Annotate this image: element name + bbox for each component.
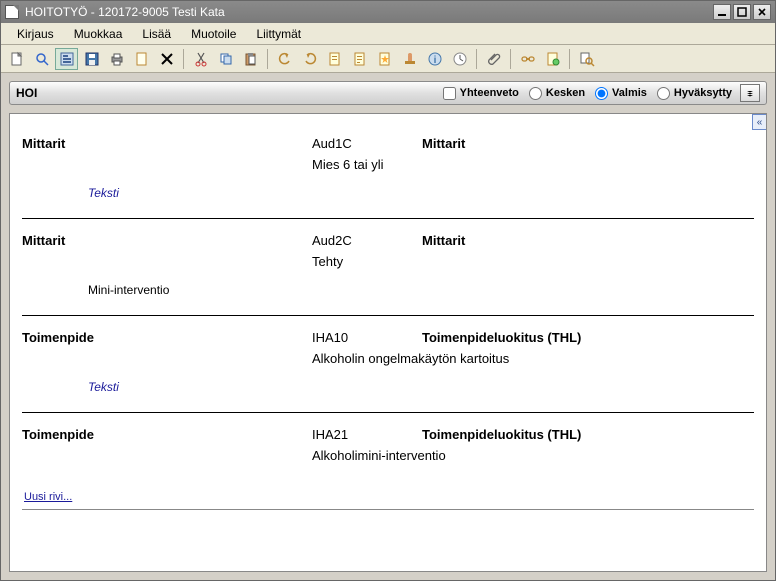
content-outer: « Mittarit Aud1C Mittarit Mies 6 tai yli… [1, 105, 775, 580]
section-label: HOI [16, 86, 433, 100]
menu-liittymat[interactable]: Liittymät [246, 23, 311, 44]
clock-button[interactable] [448, 48, 471, 70]
status-valmis-label[interactable]: Valmis [595, 87, 647, 100]
delete-button[interactable] [155, 48, 178, 70]
entry-row: Mittarit Aud1C Mittarit Mies 6 tai yli T… [22, 122, 754, 219]
status-kesken-label[interactable]: Kesken [529, 87, 585, 100]
entry-note-text: Mini-interventio [22, 283, 754, 297]
search-button[interactable] [30, 48, 53, 70]
toolbar-separator [183, 49, 184, 69]
entry-description: Mies 6 tai yli [312, 157, 754, 172]
maximize-button[interactable] [733, 4, 751, 20]
content-panel: « Mittarit Aud1C Mittarit Mies 6 tai yli… [9, 113, 767, 572]
entry-row: Toimenpide IHA10 Toimenpideluokitus (THL… [22, 316, 754, 413]
entry-label: Mittarit [22, 233, 312, 248]
entry-description: Alkoholimini-interventio [312, 448, 754, 463]
minimize-button[interactable] [713, 4, 731, 20]
entry-row: Mittarit Aud2C Mittarit Tehty Mini-inter… [22, 219, 754, 316]
doc-b-button[interactable] [348, 48, 371, 70]
status-kesken-radio[interactable] [529, 87, 542, 100]
entry-classification: Toimenpideluokitus (THL) [422, 427, 754, 442]
close-button[interactable] [753, 4, 771, 20]
entry-label: Toimenpide [22, 330, 312, 345]
entry-code: Aud2C [312, 233, 422, 248]
page-button[interactable] [130, 48, 153, 70]
cut-button[interactable] [189, 48, 212, 70]
app-window: HOITOTYÖ - 120172-9005 Testi Kata Kirjau… [0, 0, 776, 581]
status-dropdown-button[interactable] [740, 84, 760, 102]
expand-side-tab[interactable]: « [752, 114, 766, 130]
status-valmis-radio[interactable] [595, 87, 608, 100]
form-button[interactable] [55, 48, 78, 70]
doc-a-button[interactable] [323, 48, 346, 70]
entry-note-link[interactable]: Teksti [22, 380, 754, 394]
document-icon [5, 5, 19, 19]
entry-label: Mittarit [22, 136, 312, 151]
menu-muotoile[interactable]: Muotoile [181, 23, 246, 44]
stamp-button[interactable] [398, 48, 421, 70]
entry-code: IHA21 [312, 427, 422, 442]
menu-bar: Kirjaus Muokkaa Lisää Muotoile Liittymät [1, 23, 775, 45]
toolbar: i [1, 45, 775, 73]
entry-classification: Toimenpideluokitus (THL) [422, 330, 754, 345]
toolbar-separator [510, 49, 511, 69]
info-button[interactable]: i [423, 48, 446, 70]
entry-row: Toimenpide IHA21 Toimenpideluokitus (THL… [22, 413, 754, 481]
svg-text:i: i [433, 55, 436, 66]
status-bar-wrap: HOI Yhteenveto Kesken Valmis Hyväksytty [1, 73, 775, 105]
toolbar-separator [569, 49, 570, 69]
status-hyvaksytty-radio[interactable] [657, 87, 670, 100]
doc-star-button[interactable] [373, 48, 396, 70]
entry-description: Tehty [312, 254, 754, 269]
link-button[interactable] [516, 48, 539, 70]
undo-button[interactable] [273, 48, 296, 70]
paste-button[interactable] [239, 48, 262, 70]
save-button[interactable] [80, 48, 103, 70]
summary-checkbox-label[interactable]: Yhteenveto [443, 87, 519, 100]
toolbar-separator [476, 49, 477, 69]
status-hyvaksytty-label[interactable]: Hyväksytty [657, 87, 732, 100]
menu-muokkaa[interactable]: Muokkaa [64, 23, 133, 44]
window-title: HOITOTYÖ - 120172-9005 Testi Kata [25, 5, 711, 19]
entry-classification: Mittarit [422, 136, 754, 151]
menu-kirjaus[interactable]: Kirjaus [7, 23, 64, 44]
title-bar: HOITOTYÖ - 120172-9005 Testi Kata [1, 1, 775, 23]
entry-label: Toimenpide [22, 427, 312, 442]
redo-button[interactable] [298, 48, 321, 70]
print-button[interactable] [105, 48, 128, 70]
status-bar: HOI Yhteenveto Kesken Valmis Hyväksytty [9, 81, 767, 105]
entry-code: Aud1C [312, 136, 422, 151]
preview-button[interactable] [575, 48, 598, 70]
entry-code: IHA10 [312, 330, 422, 345]
new-row-link[interactable]: Uusi rivi... [22, 485, 754, 510]
menu-lisaa[interactable]: Lisää [132, 23, 181, 44]
attach-button[interactable] [482, 48, 505, 70]
summary-checkbox[interactable] [443, 87, 456, 100]
new-doc-button[interactable] [5, 48, 28, 70]
entry-classification: Mittarit [422, 233, 754, 248]
doc-c-button[interactable] [541, 48, 564, 70]
copy-button[interactable] [214, 48, 237, 70]
toolbar-separator [267, 49, 268, 69]
entry-note-link[interactable]: Teksti [22, 186, 754, 200]
entry-description: Alkoholin ongelmakäytön kartoitus [312, 351, 754, 366]
content-scroll[interactable]: Mittarit Aud1C Mittarit Mies 6 tai yli T… [10, 114, 766, 571]
